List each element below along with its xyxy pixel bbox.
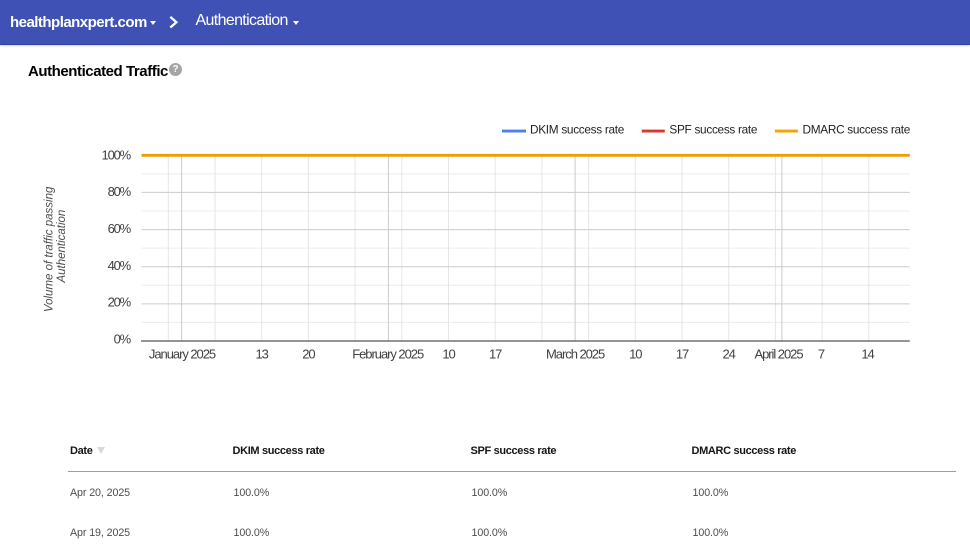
svg-text:SPF success rate: SPF success rate xyxy=(669,123,758,137)
svg-text:March 2025: March 2025 xyxy=(546,346,605,361)
svg-text:17: 17 xyxy=(489,346,502,361)
svg-text:January 2025: January 2025 xyxy=(149,346,216,361)
svg-text:0%: 0% xyxy=(114,332,132,347)
svg-text:40%: 40% xyxy=(108,258,132,273)
svg-text:DKIM success rate: DKIM success rate xyxy=(530,123,625,137)
svg-text:February 2025: February 2025 xyxy=(352,346,424,361)
svg-text:Volume of traffic passing: Volume of traffic passing xyxy=(43,186,55,312)
svg-text:17: 17 xyxy=(676,346,689,361)
svg-text:14: 14 xyxy=(861,346,874,361)
svg-text:24: 24 xyxy=(723,346,736,361)
svg-text:100%: 100% xyxy=(102,147,132,162)
svg-text:DMARC success rate: DMARC success rate xyxy=(803,123,911,137)
svg-text:Authentication: Authentication xyxy=(56,210,68,284)
svg-text:10: 10 xyxy=(629,346,642,361)
svg-text:20: 20 xyxy=(302,346,315,361)
svg-text:20%: 20% xyxy=(108,295,132,310)
svg-text:7: 7 xyxy=(818,346,825,361)
svg-text:80%: 80% xyxy=(108,184,132,199)
svg-text:13: 13 xyxy=(256,346,269,361)
svg-text:April 2025: April 2025 xyxy=(754,346,803,361)
svg-text:60%: 60% xyxy=(108,221,132,236)
svg-text:10: 10 xyxy=(442,346,455,361)
